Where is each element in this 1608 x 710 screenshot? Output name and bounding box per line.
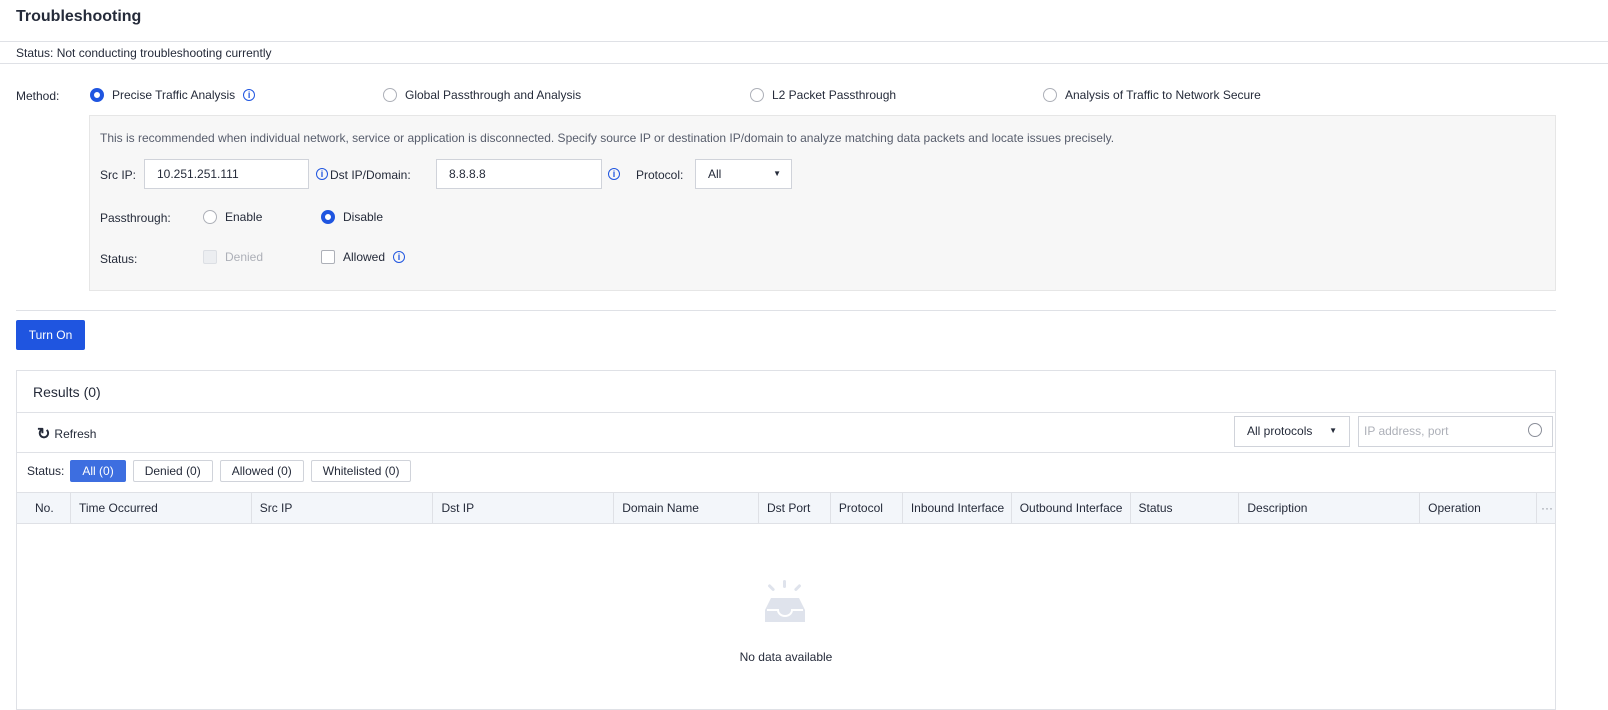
turn-on-button[interactable]: Turn On [16,320,85,350]
method-precise-traffic-analysis[interactable]: Precise Traffic Analysis i [90,88,256,102]
radio-selected-icon [321,210,335,224]
col-protocol[interactable]: Protocol [831,493,903,523]
dst-label: Dst IP/Domain: [330,168,411,182]
page-title: Troubleshooting [16,8,142,25]
radio-icon [383,88,397,102]
results-title: Results (0) [33,384,101,400]
radio-icon [1043,88,1057,102]
src-ip-input[interactable]: 10.251.251.111 [144,159,309,189]
radio-icon [750,88,764,102]
method-global-passthrough[interactable]: Global Passthrough and Analysis [383,88,581,102]
results-panel: Results (0) ↻ Refresh All protocols ▼ IP a… [16,370,1556,710]
col-outbound[interactable]: Outbound Interface [1012,493,1131,523]
protocol-select[interactable]: All ▼ [695,159,792,189]
col-no[interactable]: No. [17,493,71,523]
troubleshooting-status: Status: Not conducting troubleshooting c… [16,46,272,60]
col-status[interactable]: Status [1131,493,1240,523]
info-icon[interactable]: i [608,168,620,180]
refresh-button[interactable]: ↻ Refresh [37,424,96,444]
caret-down-icon: ▼ [1329,426,1337,435]
empty-message: No data available [739,650,833,664]
method-label: Method: [16,89,60,103]
allowed-checkbox[interactable]: Allowed i [321,250,406,264]
passthrough-label: Passthrough: [100,211,171,225]
col-domain[interactable]: Domain Name [614,493,760,523]
col-dst-ip[interactable]: Dst IP [433,493,615,523]
info-icon[interactable]: i [243,89,256,101]
caret-down-icon: ▼ [773,169,781,178]
info-icon[interactable]: i [393,251,406,263]
radio-selected-icon [90,88,104,102]
search-input[interactable]: IP address, port [1358,416,1553,447]
denied-checkbox: Denied [203,250,263,264]
col-operation[interactable]: Operation [1420,493,1537,523]
chip-allowed[interactable]: Allowed (0) [219,460,304,482]
col-description[interactable]: Description [1239,493,1421,523]
protocol-label: Protocol: [636,168,684,182]
col-src-ip[interactable]: Src IP [252,493,434,523]
method-analysis-network-secure[interactable]: Analysis of Traffic to Network Secure [1043,88,1261,102]
radio-icon [203,210,217,224]
table-header: No. Time Occurred Src IP Dst IP Domain N… [17,492,1555,524]
method-description: This is recommended when individual netw… [100,131,1115,145]
chip-denied[interactable]: Denied (0) [132,460,213,482]
passthrough-enable[interactable]: Enable [203,210,262,224]
src-ip-label: Src IP: [100,168,137,182]
passthrough-disable[interactable]: Disable [321,210,383,224]
col-dst-port[interactable]: Dst Port [759,493,831,523]
chip-all[interactable]: All (0) [70,460,126,482]
empty-inbox-icon [765,580,805,622]
col-time[interactable]: Time Occurred [71,493,252,523]
status-filter-label: Status: [27,464,65,478]
col-inbound[interactable]: Inbound Interface [903,493,1012,523]
more-columns-icon[interactable]: ··· [1537,493,1555,523]
search-icon[interactable] [1528,423,1542,437]
dst-ip-input[interactable]: 8.8.8.8 [436,159,602,189]
method-l2-packet-passthrough[interactable]: L2 Packet Passthrough [750,88,896,102]
status-label: Status: [100,252,138,266]
info-icon[interactable]: i [316,168,328,180]
protocol-filter-select[interactable]: All protocols ▼ [1234,416,1350,447]
method-settings-panel: This is recommended when individual netw… [89,115,1556,291]
chip-whitelisted[interactable]: Whitelisted (0) [310,460,412,482]
refresh-icon: ↻ [37,426,51,443]
